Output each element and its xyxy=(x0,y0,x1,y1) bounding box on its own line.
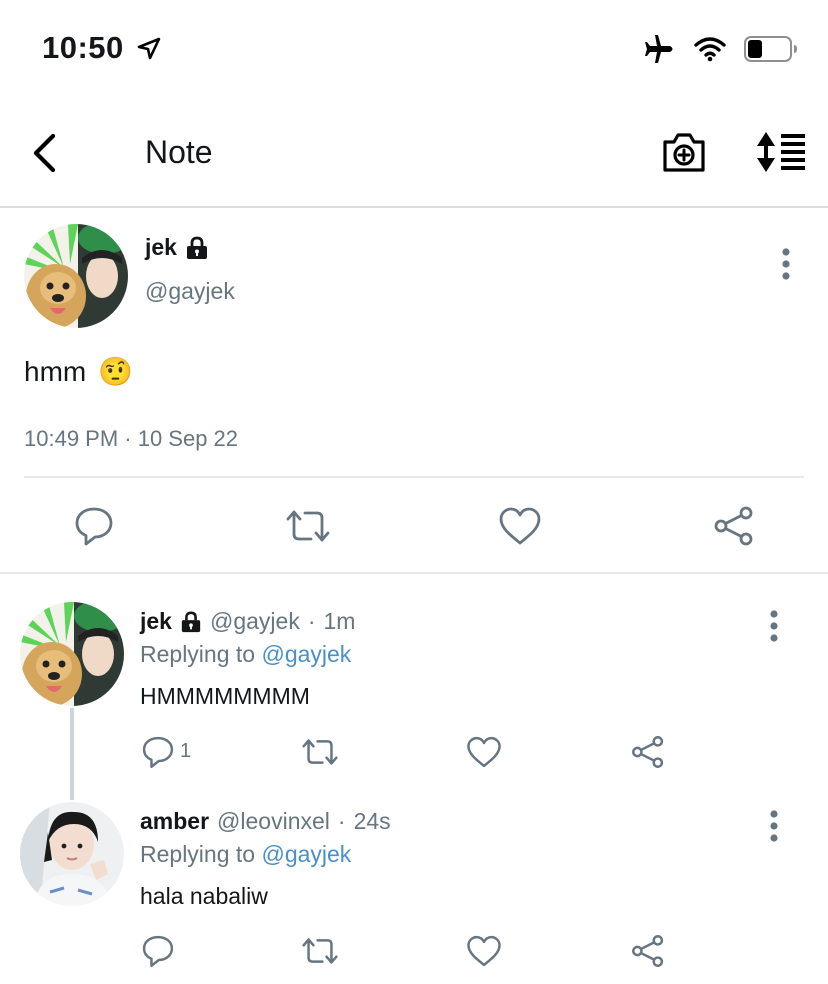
wifi-icon xyxy=(694,37,726,62)
status-icons xyxy=(644,34,798,64)
nav-bar: Note xyxy=(0,100,828,208)
replying-to: Replying to @gayjek xyxy=(140,641,351,668)
retweet-icon[interactable] xyxy=(302,933,338,969)
sort-icon[interactable] xyxy=(755,130,807,174)
lock-icon xyxy=(186,236,207,259)
reply-icon[interactable] xyxy=(140,933,176,969)
status-bar: 10:50 xyxy=(0,0,828,100)
reply-text: hala nabaliw xyxy=(140,883,268,909)
like-icon[interactable] xyxy=(466,933,502,969)
reply-author-name[interactable]: jek xyxy=(140,608,172,635)
replying-to-link[interactable]: @gayjek xyxy=(261,641,351,667)
share-icon[interactable] xyxy=(712,504,756,548)
separator-dot: · xyxy=(337,808,346,834)
author-name[interactable]: jek xyxy=(145,234,177,261)
separator-dot: · xyxy=(307,608,316,634)
divider xyxy=(24,476,804,478)
tweet-emoji: 🤨 xyxy=(98,356,134,387)
avatar[interactable] xyxy=(20,802,124,906)
like-icon[interactable] xyxy=(466,734,502,770)
share-icon[interactable] xyxy=(630,734,666,770)
avatar-image xyxy=(20,802,124,906)
reply-text: HMMMMMMMM xyxy=(140,683,310,709)
author-name-row: jek xyxy=(145,234,209,261)
lock-icon xyxy=(181,611,201,632)
location-arrow-icon xyxy=(137,37,161,60)
reply-header: jek @gayjek · 1m xyxy=(140,608,355,635)
reply-icon[interactable] xyxy=(72,504,116,548)
page-title: Note xyxy=(145,134,213,170)
main-tweet: jek @gayjek hmm 🤨 10:49 PM · 10 Sep 22 xyxy=(0,210,828,574)
reply-handle[interactable]: @leovinxel xyxy=(217,808,330,835)
battery-icon xyxy=(744,36,797,62)
like-icon[interactable] xyxy=(498,504,542,548)
replying-label: Replying to xyxy=(140,641,256,667)
more-dots-icon[interactable] xyxy=(762,606,786,646)
status-time: 10:50 xyxy=(42,30,124,65)
reply-age: 1m xyxy=(323,608,356,634)
more-dots-icon[interactable] xyxy=(774,244,798,284)
reply-handle[interactable]: @gayjek xyxy=(210,608,300,635)
replying-to: Replying to @gayjek xyxy=(140,841,351,868)
reply-author-name[interactable]: amber xyxy=(140,808,209,835)
avatar-image xyxy=(20,602,124,706)
retweet-icon[interactable] xyxy=(302,734,338,770)
reply-age: 24s xyxy=(353,808,391,834)
reply-icon[interactable] xyxy=(140,734,176,770)
share-icon[interactable] xyxy=(630,933,666,969)
tweet-actions xyxy=(0,504,828,548)
camera-plus-icon[interactable] xyxy=(661,130,707,174)
reply-item: amber @leovinxel · 24s Replying to @gayj… xyxy=(0,796,828,984)
retweet-icon[interactable] xyxy=(286,504,330,548)
back-chevron-icon[interactable] xyxy=(28,132,62,174)
avatar[interactable] xyxy=(20,602,124,706)
tweet-body: hmm xyxy=(24,355,87,387)
replying-to-link[interactable]: @gayjek xyxy=(261,841,351,867)
replying-label: Replying to xyxy=(140,841,256,867)
reply-count: 1 xyxy=(180,740,192,762)
reply-item: jek @gayjek · 1m Replying to @gayjek HMM… xyxy=(0,596,828,786)
more-dots-icon[interactable] xyxy=(762,806,786,846)
airplane-icon xyxy=(645,35,673,63)
tweet-text: hmm 🤨 xyxy=(24,355,133,388)
author-handle[interactable]: @gayjek xyxy=(145,278,235,305)
avatar-image xyxy=(24,224,128,328)
avatar[interactable] xyxy=(24,224,128,328)
tweet-timestamp[interactable]: 10:49 PM · 10 Sep 22 xyxy=(24,426,238,452)
reply-header: amber @leovinxel · 24s xyxy=(140,808,391,835)
